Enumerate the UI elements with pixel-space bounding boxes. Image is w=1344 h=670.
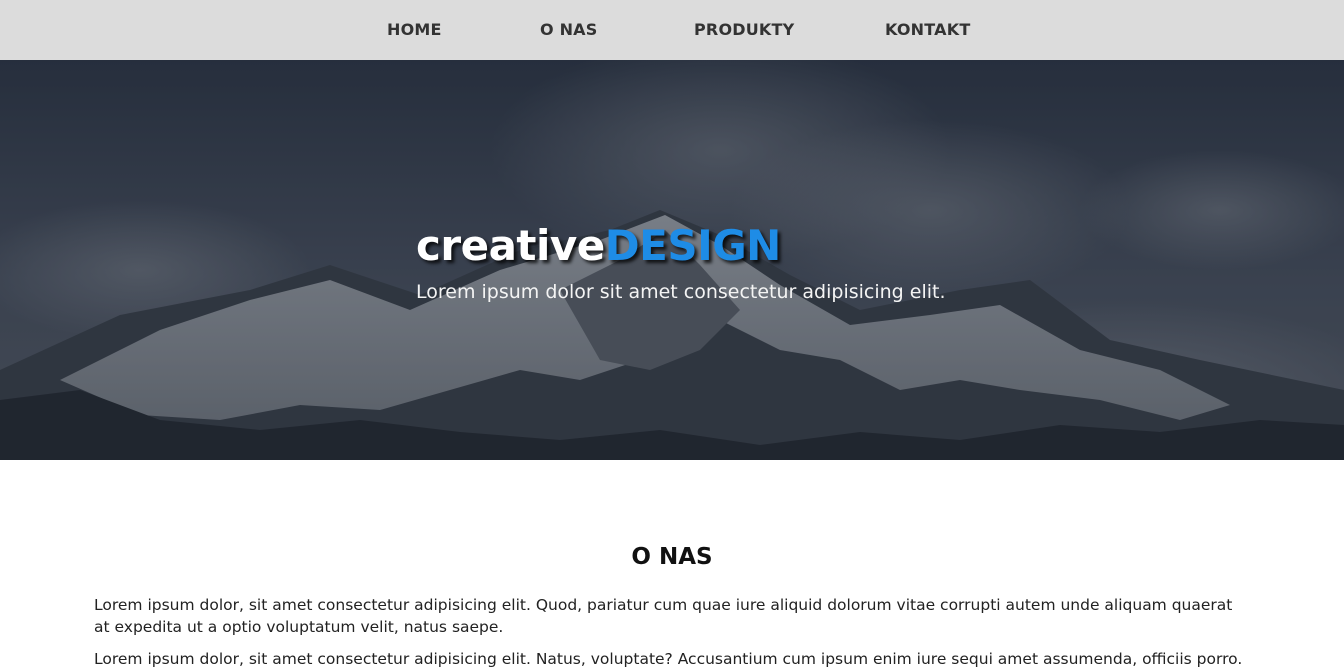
hero-title-design: DESIGN [604,221,782,270]
top-navigation: HOME O NAS PRODUKTY KONTAKT [0,0,1344,60]
hero-title: creativeDESIGN [416,220,781,272]
hero-banner: creativeDESIGN Lorem ipsum dolor sit ame… [0,60,1344,460]
about-heading: O NAS [631,544,713,570]
about-section: O NAS Lorem ipsum dolor, sit amet consec… [0,460,1344,668]
nav-home-link[interactable]: HOME [387,0,442,60]
about-paragraph: Lorem ipsum dolor, sit amet consectetur … [94,596,1233,636]
hero-subtitle: Lorem ipsum dolor sit amet consectetur a… [416,281,946,303]
nav-contact-link[interactable]: KONTAKT [885,0,970,60]
hero-title-creative: creative [416,221,605,270]
nav-products-link[interactable]: PRODUKTY [694,0,794,60]
nav-about-link[interactable]: O NAS [540,0,597,60]
about-paragraph: Lorem ipsum dolor, sit amet consectetur … [94,650,1243,668]
